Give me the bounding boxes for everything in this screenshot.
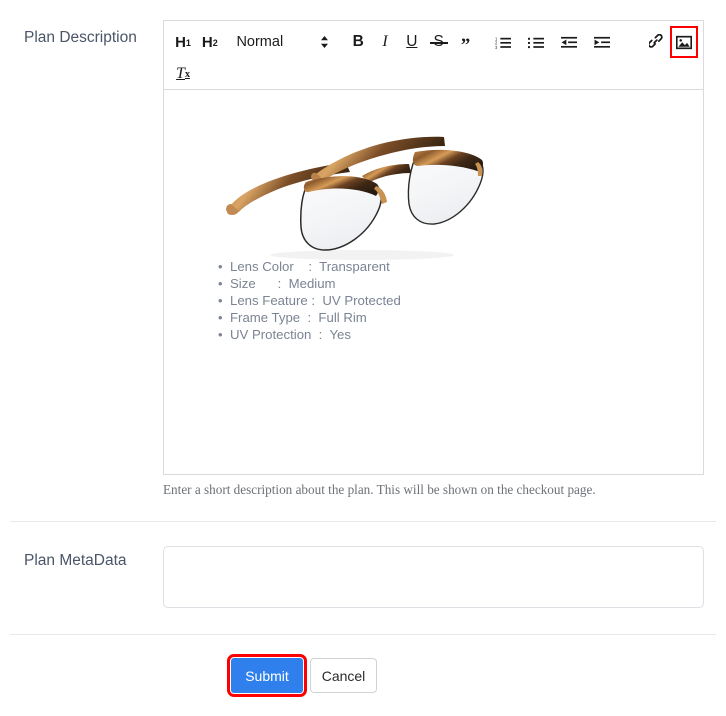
- plan-form-page: Plan Description H1 H2 Normal B I U S ” …: [0, 0, 726, 716]
- underline-button[interactable]: U: [401, 29, 423, 55]
- section-divider-bottom: [10, 634, 716, 635]
- indent-icon[interactable]: [591, 29, 613, 55]
- list-item: UV Protection : Yes: [218, 326, 401, 343]
- strikethrough-button[interactable]: S: [428, 29, 450, 55]
- image-icon[interactable]: [669, 26, 698, 58]
- list-item: Frame Type : Full Rim: [218, 309, 401, 326]
- outdent-icon[interactable]: [558, 29, 580, 55]
- bold-button[interactable]: B: [347, 29, 369, 55]
- format-select-value: Normal: [236, 34, 284, 50]
- plan-metadata-label: Plan MetaData: [24, 552, 127, 569]
- toolbar-row-1: H1 H2 Normal B I U S ” 1 2 3: [172, 26, 698, 58]
- editor-toolbar: H1 H2 Normal B I U S ” 1 2 3 T x: [164, 21, 703, 90]
- list-item: Lens Feature : UV Protected: [218, 292, 401, 309]
- blockquote-button[interactable]: ”: [454, 29, 476, 55]
- heading-1-label: H: [175, 33, 186, 51]
- heading-1-button[interactable]: H1: [172, 29, 194, 55]
- list-item: Size : Medium: [218, 275, 401, 292]
- submit-button[interactable]: Submit: [227, 654, 307, 697]
- chevron-updown-icon: [320, 35, 329, 49]
- plan-metadata-input[interactable]: [163, 546, 704, 608]
- toolbar-row-2: Tx: [172, 58, 695, 90]
- format-select[interactable]: Normal: [236, 29, 329, 55]
- section-divider-top: [10, 521, 716, 522]
- rich-text-editor[interactable]: H1 H2 Normal B I U S ” 1 2 3 T x • Lens …: [163, 20, 704, 475]
- link-icon[interactable]: [646, 29, 668, 55]
- bullet-list-icon[interactable]: [525, 29, 547, 55]
- plan-description-helper-text: Enter a short description about the plan…: [163, 482, 596, 497]
- italic-button[interactable]: I: [374, 29, 396, 55]
- plan-description-label: Plan Description: [24, 29, 137, 46]
- svg-text:3: 3: [495, 44, 498, 49]
- clear-formatting-button[interactable]: Tx: [172, 61, 194, 87]
- feature-list: Lens Color : Transparent Size : Medium L…: [218, 258, 401, 343]
- heading-1-sub: 1: [185, 38, 191, 48]
- eyeglasses-image[interactable]: [212, 118, 502, 266]
- heading-2-label: H: [201, 33, 213, 51]
- cancel-button[interactable]: Cancel: [310, 658, 377, 693]
- editor-content-area[interactable]: Lens Color : Transparent Size : Medium L…: [164, 90, 703, 474]
- ordered-list-icon[interactable]: 1 2 3: [492, 29, 514, 55]
- heading-2-button[interactable]: H2: [199, 29, 221, 55]
- clear-formatting-label: T: [176, 65, 185, 82]
- list-item: Lens Color : Transparent: [218, 258, 401, 275]
- clear-formatting-sub: x: [184, 68, 190, 80]
- heading-2-sub: 2: [212, 38, 218, 48]
